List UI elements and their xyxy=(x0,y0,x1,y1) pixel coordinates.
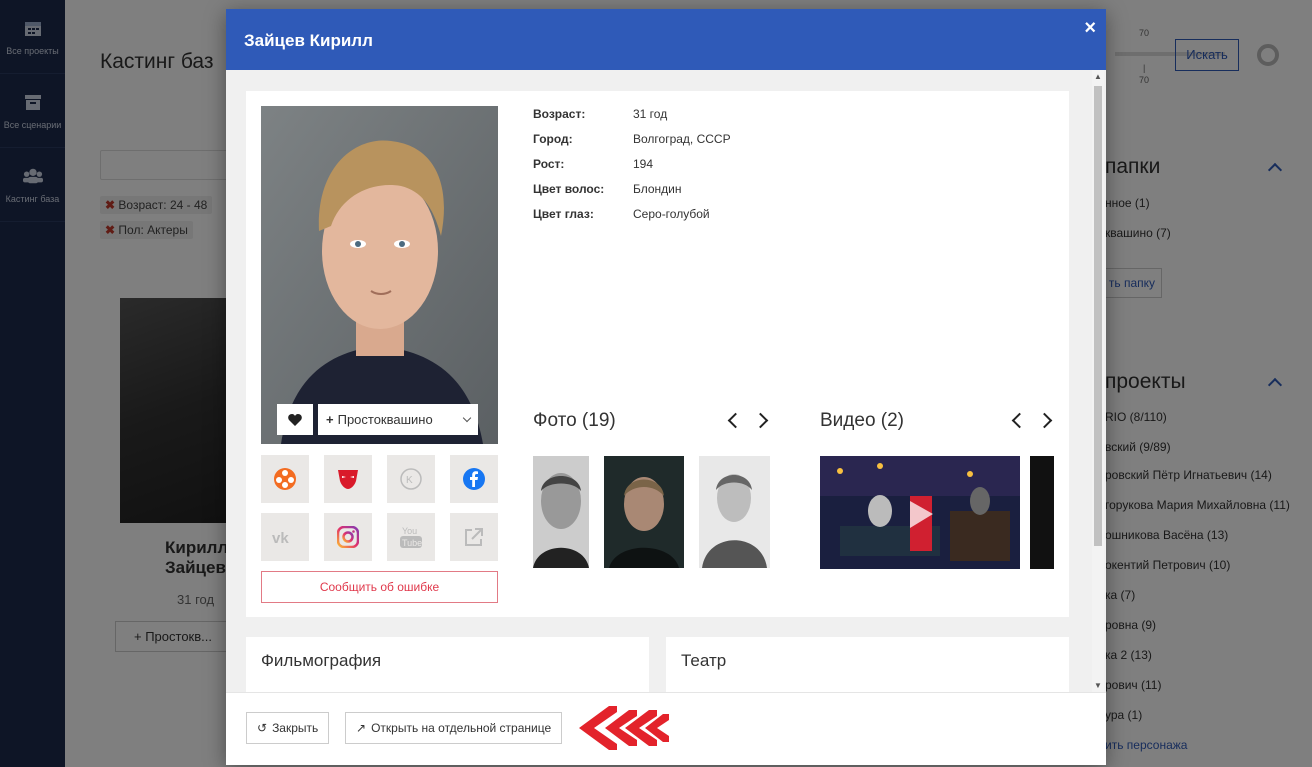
brand-chevrons-icon xyxy=(579,706,669,750)
dropdown-label: Простоквашино xyxy=(337,412,433,427)
chevron-left-icon[interactable] xyxy=(1011,412,1028,429)
actor-photo[interactable]: + Простоквашино xyxy=(261,106,498,444)
kinopoisk-icon xyxy=(274,468,296,490)
scroll-up-icon[interactable]: ▲ xyxy=(1094,72,1102,81)
modal-footer: ↺ Закрыть ↗ Открыть на отдельной страниц… xyxy=(226,692,1106,765)
svg-text:Tube: Tube xyxy=(402,538,422,548)
facebook-icon xyxy=(463,468,485,490)
photo-thumbnail[interactable] xyxy=(533,456,589,568)
vk-icon: vk xyxy=(272,530,289,545)
videos-title: Видео (2) xyxy=(820,410,905,431)
svg-text:You: You xyxy=(402,526,417,536)
scrollbar-thumb[interactable] xyxy=(1094,86,1102,546)
scroll-down-icon[interactable]: ▼ xyxy=(1094,681,1102,690)
photo-thumbnail[interactable] xyxy=(699,456,770,568)
actor-modal: Зайцев Кирилл × + Простоквашино K vk You… xyxy=(226,9,1106,765)
chevron-right-icon[interactable] xyxy=(752,412,769,429)
open-page-button[interactable]: ↗ Открыть на отдельной странице xyxy=(345,712,563,744)
plus-icon: + xyxy=(326,412,334,427)
svg-text:vk: vk xyxy=(272,530,289,545)
instagram-link[interactable] xyxy=(324,513,372,561)
close-icon[interactable]: × xyxy=(1084,17,1096,40)
modal-scrollbar[interactable]: ▲ ▼ xyxy=(1092,70,1104,692)
heart-icon xyxy=(288,413,302,426)
chevron-right-icon[interactable] xyxy=(1036,412,1053,429)
facebook-link[interactable] xyxy=(450,455,498,503)
close-button[interactable]: ↺ Закрыть xyxy=(246,712,330,744)
youtube-link[interactable]: You Tube xyxy=(387,513,435,561)
video-thumbnail[interactable] xyxy=(820,456,1020,569)
theatre-title: Театр xyxy=(681,651,727,670)
add-to-folder-dropdown[interactable]: + Простоквашино xyxy=(318,404,478,435)
external-website-link[interactable] xyxy=(450,513,498,561)
video-thumbnail[interactable] xyxy=(1030,456,1054,569)
kinoteatr-link[interactable]: K xyxy=(387,455,435,503)
svg-text:K: K xyxy=(406,475,413,486)
youtube-icon: You Tube xyxy=(400,526,422,548)
external-link-icon: ↗ xyxy=(356,721,367,735)
chevron-down-icon xyxy=(462,413,472,423)
theatre-card: Театр xyxy=(666,637,1069,692)
external-link-icon xyxy=(465,528,483,546)
undo-icon: ↺ xyxy=(257,721,268,735)
filmography-card: Фильмография xyxy=(246,637,649,692)
vk-link[interactable]: vk xyxy=(261,513,309,561)
filmography-title: Фильмография xyxy=(261,651,382,670)
instagram-icon xyxy=(337,526,359,548)
profile-card: + Простоквашино K vk You Tube Сообщить о… xyxy=(246,91,1069,617)
like-button[interactable] xyxy=(277,404,313,435)
photos-title: Фото (19) xyxy=(533,410,616,431)
modal-body: + Простоквашино K vk You Tube Сообщить о… xyxy=(226,70,1106,692)
photo-thumbnail[interactable] xyxy=(604,456,684,568)
kinoteatr-icon: K xyxy=(400,468,422,490)
mask-icon xyxy=(338,470,358,489)
mask-link[interactable] xyxy=(324,455,372,503)
kinopoisk-link[interactable] xyxy=(261,455,309,503)
report-error-button[interactable]: Сообщить об ошибке xyxy=(261,571,498,603)
modal-header: Зайцев Кирилл × xyxy=(226,9,1106,70)
chevron-left-icon[interactable] xyxy=(727,412,744,429)
modal-title: Зайцев Кирилл xyxy=(244,31,373,50)
